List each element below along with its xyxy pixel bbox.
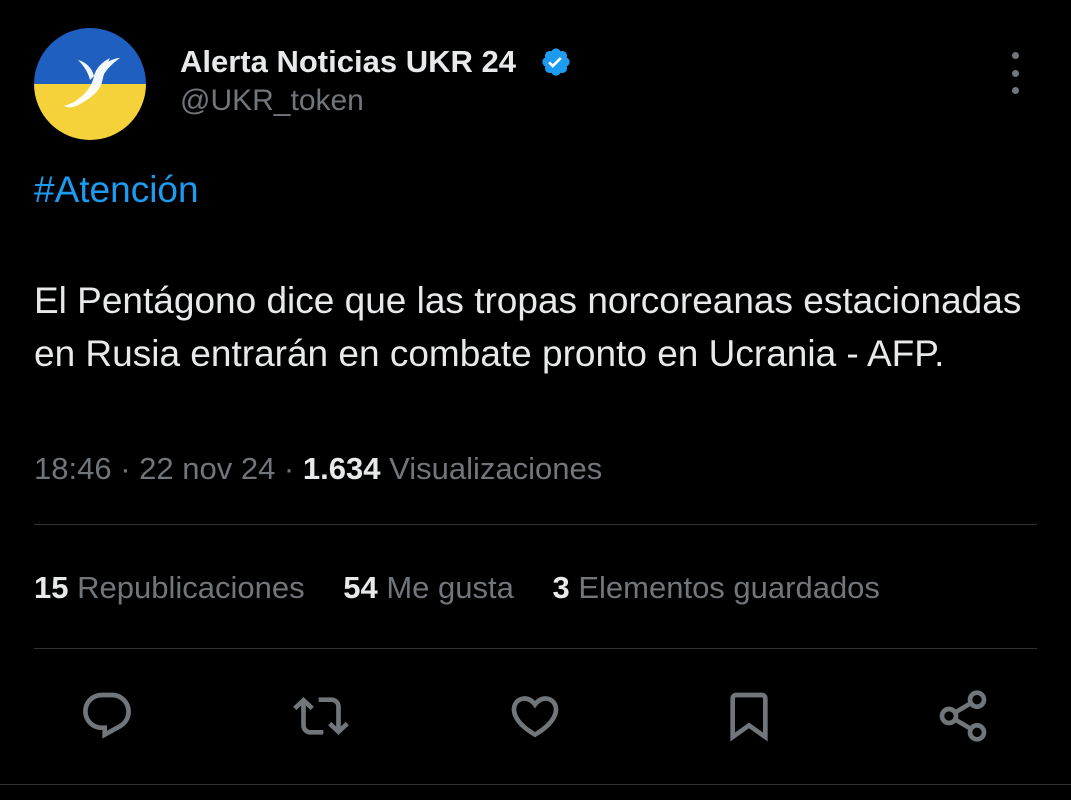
views-count: 1.634 xyxy=(302,451,381,486)
reposts-label: Republicaciones xyxy=(77,570,305,605)
tweet-date[interactable]: 22 nov 24 xyxy=(139,451,275,486)
bookmark-icon xyxy=(730,692,768,742)
meta-separator: · xyxy=(275,451,303,486)
like-icon xyxy=(511,696,559,738)
likes-count: 54 xyxy=(343,570,378,605)
bottom-border xyxy=(0,784,1071,785)
likes-stat[interactable]: 54 Me gusta xyxy=(343,570,514,605)
views-label: Visualizaciones xyxy=(389,451,603,486)
meta-separator: · xyxy=(111,451,140,486)
bookmarks-label: Elementos guardados xyxy=(578,570,880,605)
likes-label: Me gusta xyxy=(386,570,514,605)
more-options-icon[interactable] xyxy=(1000,52,1030,94)
bookmarks-stat[interactable]: 3 Elementos guardados xyxy=(552,570,879,605)
avatar-flag-dove-image xyxy=(34,28,146,140)
bookmark-button[interactable] xyxy=(719,686,779,746)
verified-badge-icon xyxy=(542,48,570,76)
tweet-time[interactable]: 18:46 xyxy=(34,451,112,486)
reply-button[interactable] xyxy=(77,686,137,746)
author-display-name[interactable]: Alerta Noticias UKR 24 xyxy=(180,44,516,80)
share-button[interactable] xyxy=(933,686,993,746)
tweet-text: El Pentágono dice que las tropas norcore… xyxy=(34,280,1022,374)
author-handle[interactable]: @UKR_token xyxy=(180,84,364,118)
bookmarks-count: 3 xyxy=(552,570,570,605)
hashtag-link[interactable]: #Atención xyxy=(34,168,199,212)
engagement-stats: 15 Republicaciones 54 Me gusta 3 Element… xyxy=(34,569,910,607)
avatar[interactable] xyxy=(34,28,146,140)
reply-icon xyxy=(83,692,131,739)
repost-icon xyxy=(293,697,349,735)
reposts-count: 15 xyxy=(34,570,69,605)
like-button[interactable] xyxy=(505,686,565,746)
share-icon xyxy=(939,690,987,742)
divider xyxy=(34,648,1037,649)
reposts-stat[interactable]: 15 Republicaciones xyxy=(34,570,305,605)
divider xyxy=(34,524,1037,525)
repost-button[interactable] xyxy=(291,686,351,746)
tweet-metadata: 18:46 · 22 nov 24 · 1.634 Visualizacione… xyxy=(34,450,602,488)
